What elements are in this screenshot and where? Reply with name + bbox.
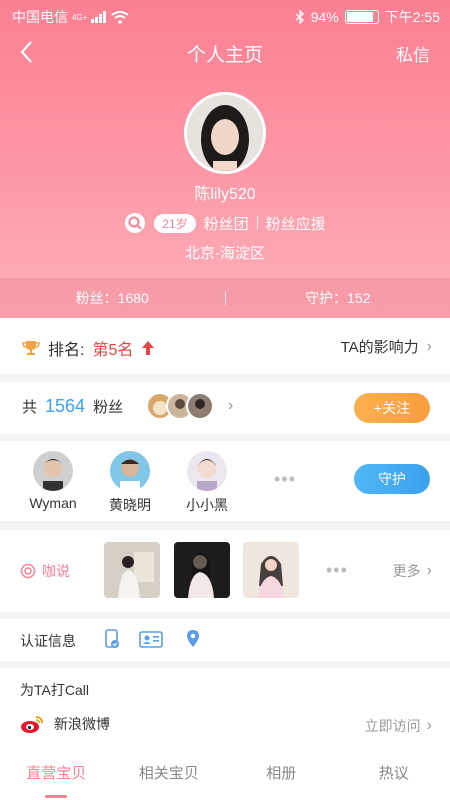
rank-row[interactable]: 排名: 第5名 TA的影响力 › [0, 318, 450, 374]
fans-stat[interactable]: 粉丝：1680 [0, 288, 225, 308]
chevron-right-icon: › [426, 337, 432, 355]
talk-thumbnail[interactable] [243, 542, 299, 598]
status-bar: 中国电信 4G+ 94% 下午2:55 [0, 0, 450, 30]
rank-value: 第5名 [92, 342, 134, 359]
influence-link[interactable]: TA的影响力 [341, 336, 419, 357]
phone-verified-icon [105, 629, 119, 648]
talk-thumbnail[interactable] [104, 542, 160, 598]
talk-row[interactable]: 咖说 ••• 更多 › [0, 530, 450, 612]
clock: 下午2:55 [384, 9, 440, 25]
fans-row[interactable]: 共 1564 粉丝 › +关注 [0, 382, 450, 434]
weibo-row[interactable]: 新浪微博 [20, 714, 110, 734]
fan-support-link[interactable]: 粉丝应援 [266, 213, 326, 234]
age-badge: 21岁 [154, 213, 196, 233]
follow-button[interactable]: +关注 [354, 393, 430, 423]
cert-label: 认证信息 [20, 633, 76, 649]
battery-icon [344, 10, 379, 24]
tab-label: 相关宝贝 [138, 765, 199, 782]
talk-label: 咖说 [42, 563, 70, 579]
member-name: Wyman [29, 495, 77, 511]
location-pin-icon [187, 630, 199, 647]
rank-label: 排名: [48, 342, 85, 359]
chevron-right-icon: › [426, 562, 432, 579]
battery-percent: 94% [310, 9, 339, 25]
tab-related-items[interactable]: 相关宝贝 [113, 758, 226, 800]
talk-thumbnail[interactable] [174, 542, 230, 598]
bottom-tabs: 直营宝贝 相关宝贝 相册 热议 [0, 758, 450, 800]
visit-link[interactable]: 立即访问 [365, 716, 421, 736]
username: 陈lily520 [194, 186, 256, 203]
network-label: 4G+ [72, 12, 88, 22]
member-name: 黄晓明 [109, 497, 151, 513]
fan-avatars[interactable]: › [146, 392, 233, 420]
avatar [33, 451, 73, 491]
guard-stat[interactable]: 守护：152 [226, 288, 450, 308]
more-dots-icon: ••• [326, 560, 348, 580]
divider [256, 216, 258, 230]
private-message-button[interactable]: 私信 [396, 41, 430, 66]
tab-album[interactable]: 相册 [225, 758, 338, 800]
page-title: 个人主页 [186, 45, 263, 66]
guard-member[interactable]: Wyman [18, 451, 88, 511]
nav-bar: 个人主页 私信 [0, 34, 450, 70]
member-name: 小小黑 [186, 497, 228, 513]
carrier-label: 中国电信 [12, 9, 68, 25]
tab-label: 直营宝贝 [26, 765, 87, 782]
wifi-icon [111, 10, 129, 24]
location: 北京-海淀区 [185, 245, 265, 262]
weibo-label: 新浪微博 [54, 716, 110, 732]
talk-more-link[interactable]: 更多 [393, 561, 421, 581]
guard-button[interactable]: 守护 [354, 464, 430, 494]
profile-tags: 21岁 粉丝团 粉丝应援 [0, 212, 450, 234]
avatar [110, 451, 150, 491]
chevron-right-icon: › [426, 717, 432, 734]
avatar [187, 451, 227, 491]
guard-member[interactable]: 小小黑 [172, 451, 242, 515]
rank-up-arrow-icon [142, 341, 155, 355]
call-title: 为TA打Call [20, 682, 89, 698]
certification-row: 认证信息 [0, 619, 450, 661]
active-tab-indicator [45, 795, 68, 798]
guard-member[interactable]: 黄晓明 [95, 451, 165, 515]
trophy-icon [22, 341, 40, 355]
bluetooth-icon [295, 10, 304, 24]
profile-header: 中国电信 4G+ 94% 下午2:55 个人主页 私信 陈lily520 21岁… [0, 0, 450, 318]
tab-hot-discussion[interactable]: 热议 [338, 758, 450, 800]
fans-prefix: 共 [22, 399, 38, 416]
id-card-icon [139, 631, 163, 648]
tab-label: 热议 [378, 765, 409, 782]
fan-club-link[interactable]: 粉丝团 [204, 213, 249, 234]
guard-row: Wyman 黄晓明 小小黑 ••• 守护 [0, 441, 450, 521]
tab-label: 相册 [266, 765, 297, 782]
talk-icon [20, 563, 36, 579]
signal-icon [91, 11, 107, 23]
chevron-right-icon: › [228, 397, 234, 414]
tab-direct-items[interactable]: 直营宝贝 [0, 758, 113, 800]
search-badge-icon [125, 213, 146, 233]
avatar[interactable] [184, 92, 266, 174]
stats-bar: 粉丝：1680 守护：152 [0, 278, 450, 318]
weibo-icon [21, 716, 43, 733]
more-dots-icon: ••• [274, 469, 296, 489]
fan-avatar [186, 392, 214, 420]
fans-count: 1564 [45, 396, 86, 416]
fans-suffix: 粉丝 [93, 399, 124, 416]
